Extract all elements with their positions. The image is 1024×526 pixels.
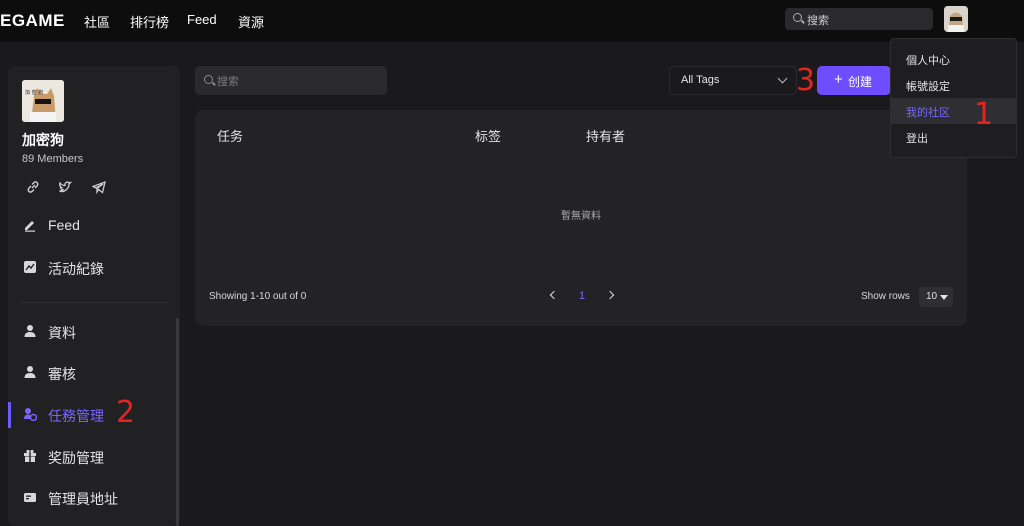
page-number[interactable]: 1 [579,290,585,302]
tags-select-value: All Tags [681,74,720,86]
menu-item-my-community[interactable]: 我的社区 [891,98,1016,124]
user-avatar[interactable] [944,6,968,32]
sidebar-item-reward-management[interactable]: 奖励管理 [8,444,180,470]
sidebar-item-label: Feed [48,217,80,233]
top-search-label: 搜索 [807,15,829,27]
task-search-input[interactable]: 搜索 [195,66,387,95]
annotation-1: 1 [974,97,994,132]
sidebar-item-review[interactable]: 審核 [8,360,180,386]
tags-select[interactable]: All Tags [669,66,797,95]
column-header-task[interactable]: 任务 [217,126,243,145]
chart-icon [23,260,37,274]
menu-item-label: 登出 [906,133,928,145]
member-count: 89 Members [22,153,84,165]
menu-item-label: 帳號設定 [906,81,950,93]
active-indicator [8,402,11,428]
chevron-right-icon[interactable] [605,290,615,300]
user-dropdown-menu: 個人中心 帳號設定 我的社区 登出 [890,38,1017,158]
column-header-holder[interactable]: 持有者 [586,126,625,145]
sidebar-item-profile[interactable]: 資料 [8,319,180,345]
search-icon [793,13,802,22]
pagination-summary: Showing 1-10 out of 0 [209,291,307,302]
telegram-icon[interactable] [91,180,106,195]
rows-per-page-label: Show rows [861,291,910,302]
sidebar-item-label: 活动紀錄 [48,261,104,277]
nav-feed[interactable]: Feed [187,12,217,27]
community-name: 加密狗 [22,132,64,148]
search-placeholder: 搜索 [217,76,239,88]
svg-text:加 密 狗: 加 密 狗 [25,89,43,96]
user-icon [23,324,37,338]
sidebar-item-activity[interactable]: 活动紀錄 [8,255,180,281]
logo[interactable]: EGAME [0,11,65,31]
menu-item-account-settings[interactable]: 帳號設定 [891,72,1016,98]
twitter-icon[interactable] [58,180,73,194]
sidebar-item-label: 資料 [48,325,76,341]
sidebar-item-label: 奖励管理 [48,450,104,466]
top-search-input[interactable]: 搜索 [785,8,933,30]
sidebar-item-label: 審核 [48,366,76,382]
menu-item-logout[interactable]: 登出 [891,124,1016,150]
sidebar-scrollbar[interactable] [176,318,179,526]
column-header-tags[interactable]: 标签 [475,126,501,145]
sidebar-item-task-management[interactable]: 任務管理 [8,402,180,428]
user-check-icon [23,365,37,379]
wallet-icon [23,490,37,504]
sidebar-item-admin-address[interactable]: 管理員地址 [8,485,180,511]
community-avatar: 加 密 狗 [22,80,64,122]
task-icon [23,407,38,422]
annotation-2: 2 [116,395,136,430]
search-icon [204,75,213,84]
menu-item-label: 個人中心 [906,55,950,67]
nav-community[interactable]: 社區 [84,12,110,31]
top-navbar: EGAME 社區 排行榜 Feed 資源 搜索 [0,0,1024,42]
annotation-3: 3 [796,63,816,98]
menu-item-label: 我的社区 [906,107,950,119]
sidebar: 加 密 狗 加密狗 89 Members Feed 活动紀錄 資料 審核 任務管… [8,66,180,526]
menu-item-profile[interactable]: 個人中心 [891,46,1016,72]
nav-resources[interactable]: 資源 [238,12,264,31]
link-icon[interactable] [26,180,40,194]
create-button[interactable]: + 创建 [817,66,891,95]
create-button-label: 创建 [848,75,873,89]
chevron-left-icon[interactable] [549,290,559,300]
caret-down-icon [940,295,948,300]
plus-icon: + [834,71,843,88]
rows-per-page-value: 10 [926,291,938,302]
sidebar-item-label: 管理員地址 [48,491,118,507]
rows-per-page-select[interactable]: 10 [919,287,953,307]
sidebar-item-label: 任務管理 [48,408,104,424]
sidebar-item-feed[interactable]: Feed [8,213,180,239]
pencil-icon [23,218,37,232]
nav-leaderboard[interactable]: 排行榜 [130,12,169,31]
gift-icon [23,449,37,463]
chevron-down-icon [777,73,788,84]
empty-state: 暫無資料 [561,211,601,222]
sidebar-divider [22,302,168,303]
task-table: 任务 标签 持有者 暫無資料 Showing 1-10 out of 0 1 S… [195,110,967,326]
